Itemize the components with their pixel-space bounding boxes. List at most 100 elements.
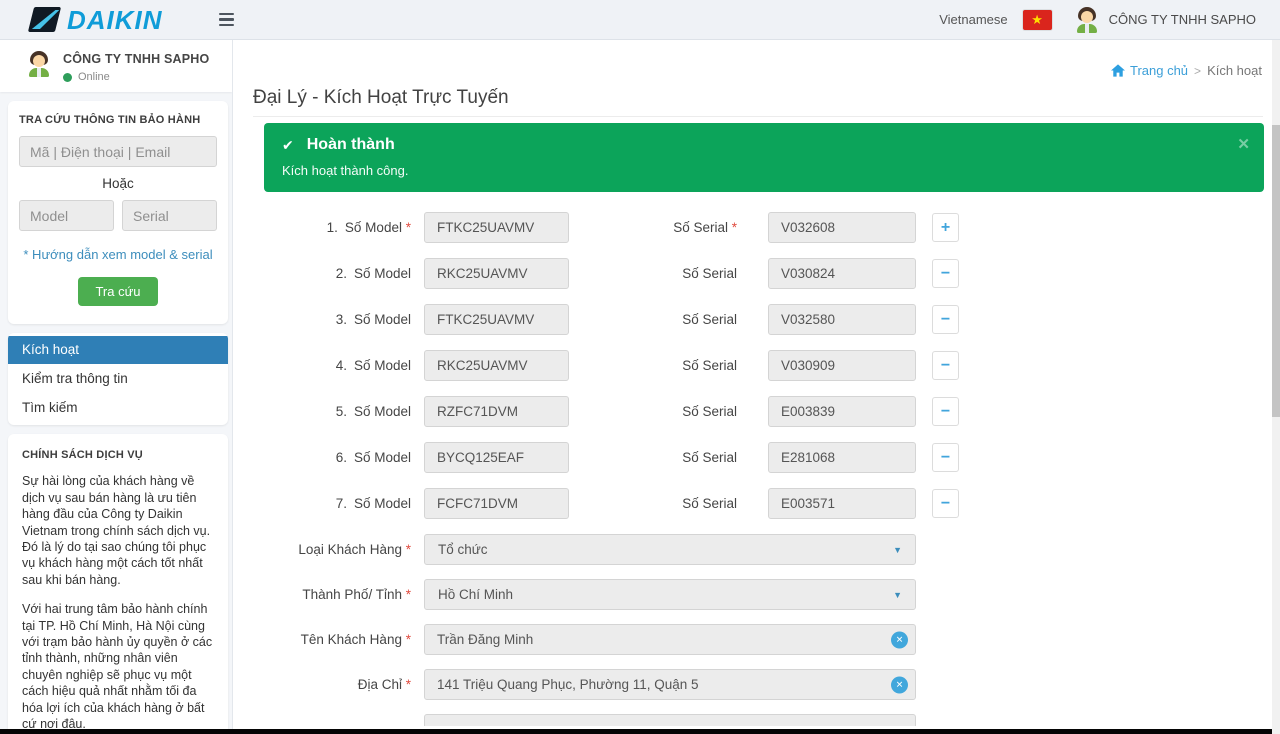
sidebar-toggle-icon[interactable] <box>219 13 234 26</box>
customer-name-row: Tên Khách Hàng * ✕ <box>253 624 1263 655</box>
lookup-submit-button[interactable]: Tra cứu <box>78 277 157 306</box>
address-label: Địa Chỉ * <box>253 677 424 692</box>
success-alert: ✔ Hoàn thành Kích hoạt thành công. ✕ <box>264 123 1264 192</box>
device-row: 2.Số Model Số Serial − <box>253 258 1263 289</box>
sidebar-menu: Kích hoạt Kiểm tra thông tin Tìm kiếm <box>8 333 228 425</box>
serial-label: Số Serial <box>569 358 768 373</box>
remove-row-button[interactable]: − <box>932 397 959 426</box>
brand-name: DAIKIN <box>67 7 163 33</box>
chevron-down-icon: ▼ <box>893 725 902 727</box>
customer-name-input[interactable] <box>424 624 916 655</box>
partial-field[interactable]: ▼ <box>424 714 916 726</box>
language-selector[interactable]: Vietnamese <box>939 12 1007 27</box>
chevron-down-icon: ▼ <box>893 590 902 600</box>
model-input[interactable] <box>424 212 569 243</box>
user-avatar <box>1074 7 1100 33</box>
daikin-logo: DAIKIN <box>0 7 188 33</box>
serial-label: Số Serial <box>569 404 768 419</box>
customer-name-label: Tên Khách Hàng * <box>253 632 424 647</box>
online-status-icon <box>63 73 72 82</box>
user-menu[interactable]: CÔNG TY TNHH SAPHO <box>1074 7 1256 33</box>
model-input[interactable] <box>424 258 569 289</box>
plus-icon: + <box>941 220 950 236</box>
sidebar-item-activate[interactable]: Kích hoạt <box>8 336 228 364</box>
model-label: 1.Số Model * <box>253 220 424 235</box>
address-input[interactable] <box>424 669 916 700</box>
chevron-down-icon: ▼ <box>893 545 902 555</box>
model-label: 6.Số Model <box>253 450 424 465</box>
vietnam-flag-icon[interactable]: ★ <box>1023 10 1052 30</box>
sidebar-company-name: CÔNG TY TNHH SAPHO <box>63 52 209 66</box>
model-input[interactable] <box>424 304 569 335</box>
daikin-logo-icon <box>28 7 61 32</box>
minus-icon: − <box>941 496 950 512</box>
model-input[interactable] <box>424 488 569 519</box>
serial-input[interactable] <box>768 212 916 243</box>
lookup-serial-input[interactable] <box>122 200 217 231</box>
device-row: 4.Số Model Số Serial − <box>253 350 1263 381</box>
model-label: 5.Số Model <box>253 404 424 419</box>
next-field-partial: ▼ <box>253 714 1263 726</box>
device-row: 7.Số Model Số Serial − <box>253 488 1263 519</box>
service-policy-panel: CHÍNH SÁCH DỊCH VỤ Sự hài lòng của khách… <box>8 434 228 734</box>
remove-row-button[interactable]: − <box>932 259 959 288</box>
serial-input[interactable] <box>768 304 916 335</box>
app-screen: DAIKIN Vietnamese ★ CÔNG TY TNHH SAPHO C… <box>0 0 1280 734</box>
clear-icon[interactable]: ✕ <box>891 631 908 648</box>
model-label: 2.Số Model <box>253 266 424 281</box>
sidebar-item-check-info[interactable]: Kiểm tra thông tin <box>8 365 228 393</box>
alert-title: Hoàn thành <box>307 136 395 154</box>
model-input[interactable] <box>424 350 569 381</box>
sidebar-user-panel: CÔNG TY TNHH SAPHO Online <box>0 40 232 92</box>
page-title: Đại Lý - Kích Hoạt Trực Tuyến <box>253 87 509 109</box>
alert-message: Kích hoạt thành công. <box>282 163 1246 178</box>
lookup-code-input[interactable] <box>19 136 217 167</box>
lookup-model-input[interactable] <box>19 200 114 231</box>
clear-icon[interactable]: ✕ <box>891 676 908 693</box>
main-content: Trang chủ > Kích hoạt Đại Lý - Kích Hoạt… <box>233 40 1280 734</box>
customer-type-row: Loại Khách Hàng * Tổ chức ▼ <box>253 534 1263 565</box>
remove-row-button[interactable]: − <box>932 351 959 380</box>
top-header: DAIKIN Vietnamese ★ CÔNG TY TNHH SAPHO <box>0 0 1280 40</box>
serial-input[interactable] <box>768 396 916 427</box>
serial-input[interactable] <box>768 258 916 289</box>
home-icon <box>1111 64 1125 77</box>
alert-close-icon[interactable]: ✕ <box>1237 135 1250 153</box>
page-scrollbar[interactable] <box>1272 40 1280 734</box>
city-value: Hồ Chí Minh <box>438 587 513 602</box>
policy-title: CHÍNH SÁCH DỊCH VỤ <box>22 447 214 463</box>
sidebar-avatar <box>26 51 52 77</box>
sidebar-item-search[interactable]: Tìm kiếm <box>8 394 228 422</box>
remove-row-button[interactable]: − <box>932 305 959 334</box>
breadcrumb-home-link[interactable]: Trang chủ <box>1111 63 1188 78</box>
customer-type-label: Loại Khách Hàng * <box>253 542 424 557</box>
star-icon: ★ <box>1031 13 1043 26</box>
model-input[interactable] <box>424 442 569 473</box>
check-icon: ✔ <box>282 137 294 154</box>
serial-label: Số Serial <box>569 496 768 511</box>
page-body: CÔNG TY TNHH SAPHO Online TRA CỨU THÔNG … <box>0 40 1280 734</box>
policy-paragraph: Với hai trung tâm bảo hành chính tại TP.… <box>22 601 214 732</box>
topbar-right: Vietnamese ★ CÔNG TY TNHH SAPHO <box>939 7 1280 33</box>
sidebar: CÔNG TY TNHH SAPHO Online TRA CỨU THÔNG … <box>0 40 233 734</box>
scrollbar-thumb[interactable] <box>1272 125 1280 417</box>
model-serial-guide-link[interactable]: * Hướng dẫn xem model & serial <box>19 247 217 262</box>
device-row: 5.Số Model Số Serial − <box>253 396 1263 427</box>
city-select[interactable]: Hồ Chí Minh ▼ <box>424 579 916 610</box>
remove-row-button[interactable]: − <box>932 489 959 518</box>
device-row: 1.Số Model * Số Serial * + <box>253 212 1263 243</box>
breadcrumb-current: Kích hoạt <box>1207 63 1262 78</box>
minus-icon: − <box>941 312 950 328</box>
remove-row-button[interactable]: − <box>932 443 959 472</box>
breadcrumb: Trang chủ > Kích hoạt <box>1111 63 1262 78</box>
header-user-name: CÔNG TY TNHH SAPHO <box>1109 12 1256 27</box>
serial-input[interactable] <box>768 442 916 473</box>
model-input[interactable] <box>424 396 569 427</box>
serial-input[interactable] <box>768 350 916 381</box>
add-row-button[interactable]: + <box>932 213 959 242</box>
content-header: Trang chủ > Kích hoạt Đại Lý - Kích Hoạt… <box>253 40 1263 117</box>
device-row: 3.Số Model Số Serial − <box>253 304 1263 335</box>
customer-type-select[interactable]: Tổ chức ▼ <box>424 534 916 565</box>
city-label: Thành Phố/ Tỉnh * <box>253 587 424 602</box>
serial-input[interactable] <box>768 488 916 519</box>
